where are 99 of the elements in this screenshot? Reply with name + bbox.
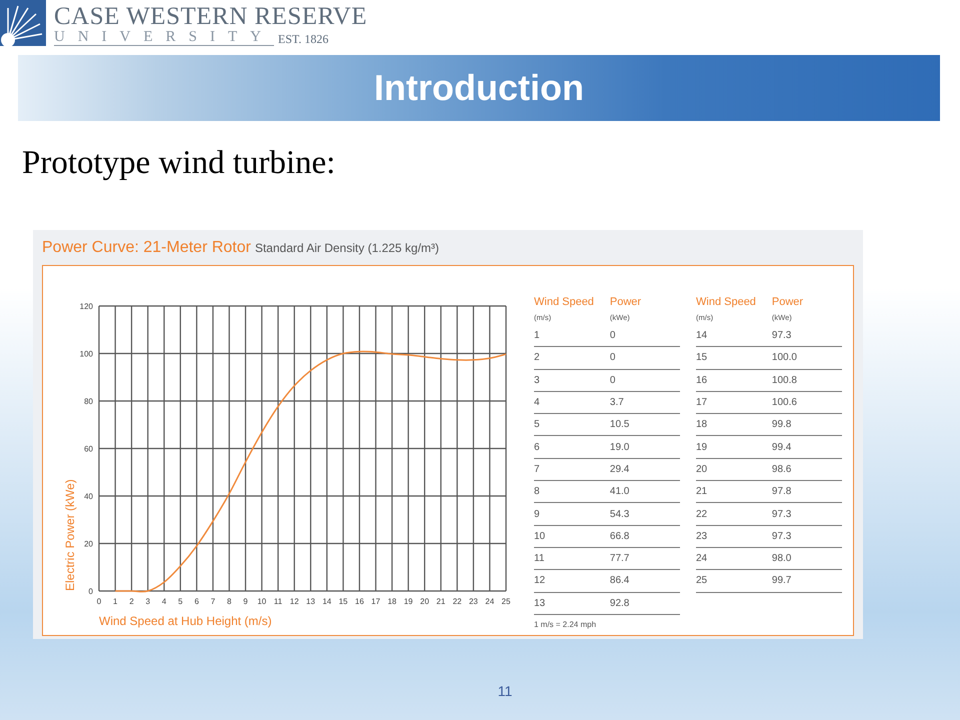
table-cell: 23 [696, 525, 772, 548]
y-axis-label: Electric Power (kWe) [63, 479, 77, 591]
table-cell: 77.7 [610, 547, 680, 570]
table-cell: 15 [696, 346, 772, 370]
x-tick-label: 24 [485, 597, 494, 606]
x-tick-label: 12 [290, 597, 299, 606]
table-cell: 16 [696, 369, 772, 392]
x-tick-label: 19 [404, 597, 413, 606]
column-header: Power [610, 295, 642, 310]
table-cell: 3.7 [610, 391, 680, 414]
table-cell: 66.8 [610, 525, 680, 548]
x-tick-label: 11 [274, 597, 282, 606]
table-cell: 6 [534, 436, 610, 458]
x-tick-label: 9 [243, 597, 248, 606]
column-header: Wind Speed [696, 295, 757, 310]
y-tick-label: 20 [84, 540, 93, 548]
established-year: EST. 1826 [278, 32, 328, 46]
table-cell: 7 [534, 458, 610, 481]
table-cell: 13 [534, 592, 610, 614]
table-cell: 19.0 [610, 436, 680, 458]
y-tick-label: 40 [84, 492, 93, 501]
table-cell: 1 [534, 324, 610, 347]
table-cell: 98.0 [772, 547, 842, 570]
y-tick-label: 120 [80, 302, 93, 311]
x-tick-label: 1 [113, 597, 118, 606]
table-cell: 4 [534, 391, 610, 414]
page-number: 11 [496, 682, 514, 701]
x-tick-label: 3 [146, 597, 150, 606]
x-tick-label: 0 [96, 597, 102, 606]
x-tick-label: 20 [420, 597, 430, 606]
x-tick-label: 10 [257, 597, 266, 606]
x-tick-label: 15 [338, 597, 348, 606]
y-tick-label: 60 [84, 444, 93, 454]
table-cell: 99.8 [772, 414, 842, 436]
table-cell: 9 [534, 502, 610, 526]
x-tick-label: 16 [355, 597, 364, 606]
x-tick-label: 5 [178, 597, 183, 606]
table-cell: 97.3 [772, 502, 842, 526]
table-cell: 97.8 [772, 480, 842, 503]
table-cell: 8 [534, 480, 610, 503]
x-tick-label: 23 [468, 597, 478, 606]
table-cell: 41.0 [610, 480, 680, 503]
x-tick-label: 4 [162, 597, 166, 606]
y-tick-label: 100 [80, 350, 93, 358]
table-cell: 20 [696, 458, 772, 481]
x-tick-label: 22 [452, 597, 462, 606]
table-cell: 98.6 [772, 458, 842, 481]
table-cell: 2 [534, 346, 610, 370]
y-tick-label: 0 [88, 587, 93, 596]
table-cell: 86.4 [610, 570, 680, 592]
table-cell: 12 [534, 570, 610, 592]
table-cell: 10.5 [610, 414, 680, 436]
x-tick-label: 7 [210, 597, 216, 606]
table-cell: 100.6 [772, 391, 842, 414]
table-cell: 100.0 [772, 346, 842, 370]
table-cell: 100.8 [772, 369, 842, 392]
chart-title: Power Curve: 21-Meter Rotor [42, 238, 251, 258]
table-cell: 21 [696, 480, 772, 503]
x-tick-label: 13 [306, 597, 316, 606]
conversion-note: 1 m/s = 2.24 mph [534, 618, 598, 631]
table-cell: 22 [696, 502, 772, 526]
column-header: Wind Speed [534, 295, 595, 310]
x-tick-label: 2 [129, 597, 134, 606]
x-tick-label: 14 [322, 597, 332, 606]
table-cell: 54.3 [610, 502, 680, 526]
table-cell: 10 [534, 525, 610, 548]
x-tick-label: 21 [436, 597, 446, 606]
table-cell: 97.3 [772, 525, 842, 548]
x-tick-label: 8 [227, 597, 232, 606]
x-axis-label: Wind Speed at Hub Height (m/s) [99, 614, 272, 628]
slide-heading: Prototype wind turbine: [22, 144, 336, 183]
table-cell: 0 [610, 369, 680, 392]
table-cell: 0 [610, 324, 680, 347]
university-name: CASE WESTERN RESERVE [54, 4, 368, 29]
table-cell: 19 [696, 436, 772, 458]
x-tick-label: 17 [371, 597, 380, 606]
table-cell: 24 [696, 547, 772, 570]
university-wordmark: UNIVERSITY [54, 29, 274, 46]
chart-subtitle: Standard Air Density (1.225 kg/m³) [254, 240, 440, 257]
x-tick-label: 25 [502, 597, 510, 606]
table-cell: 17 [696, 391, 772, 414]
x-tick-label: 6 [194, 597, 199, 606]
table-cell: 25 [696, 570, 772, 592]
table-cell: 18 [696, 414, 772, 436]
table-cell: 5 [534, 414, 610, 436]
table-cell: 97.3 [772, 324, 842, 347]
table-cell: 99.4 [772, 436, 842, 458]
table-cell: 3 [534, 369, 610, 392]
table-cell: 92.8 [610, 592, 680, 614]
x-tick-label: 18 [388, 597, 396, 606]
slide-title: Introduction [374, 66, 584, 110]
table-cell: 29.4 [610, 458, 680, 481]
table-cell: 0 [610, 346, 680, 370]
table-cell: 14 [696, 324, 772, 347]
table-cell: 99.7 [772, 570, 842, 592]
y-tick-label: 80 [84, 397, 93, 406]
column-header: Power [772, 295, 804, 310]
sunburst-logo-icon [0, 0, 46, 46]
table-cell: 11 [534, 547, 610, 570]
